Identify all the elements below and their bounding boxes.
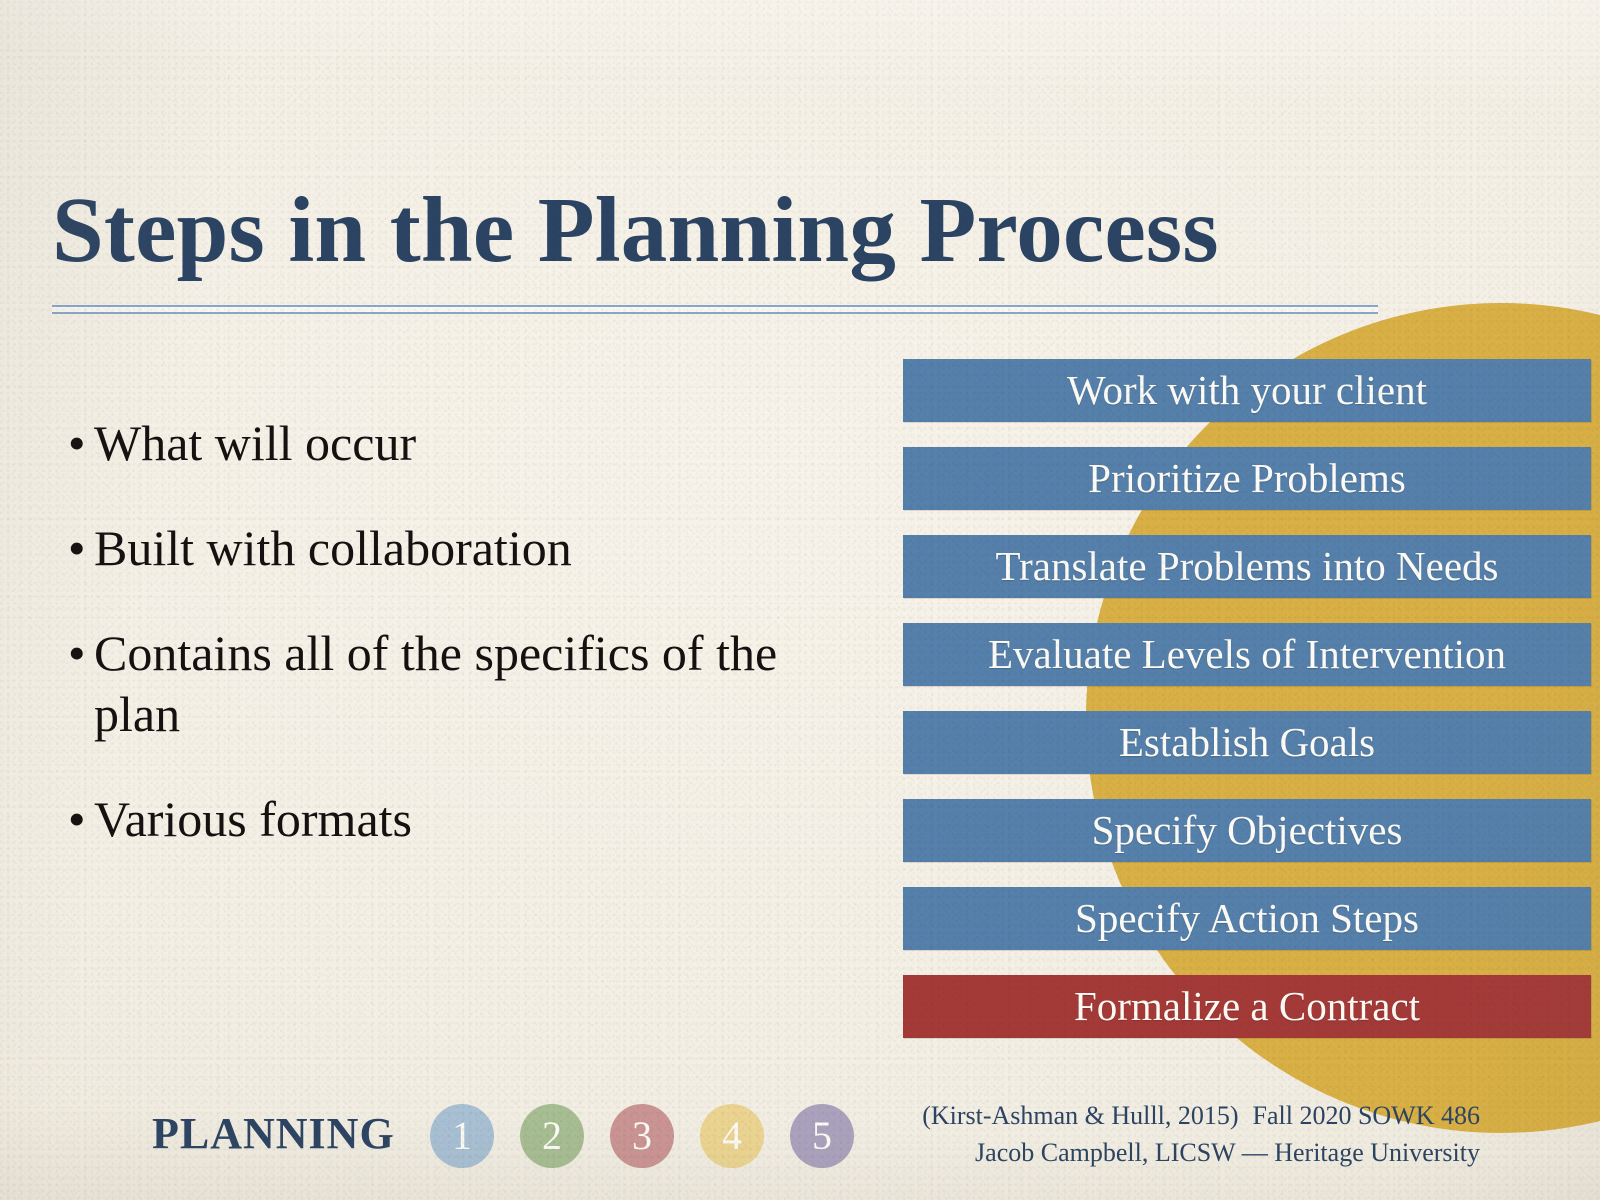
footer-attribution: (Kirst-Ashman & Hulll, 2015) Fall 2020 SO… [860,1098,1480,1172]
step-bar-label: Prioritize Problems [1088,455,1406,501]
list-item-label: Built with collaboration [94,520,572,576]
step-bar-label: Work with your client [1067,367,1427,413]
step-bar: Work with your client [903,359,1591,422]
title-divider [52,304,1378,316]
step-bar: Specify Action Steps [903,887,1591,950]
divider-rule-bottom [52,312,1378,314]
list-item-label: Various formats [94,791,412,847]
step-bar: Establish Goals [903,711,1591,774]
step-bar-highlighted: Formalize a Contract [903,975,1591,1038]
list-item: • What will occur [68,413,868,474]
planning-steps-diagram: Work with your client Prioritize Problem… [903,359,1591,1038]
page-title: Steps in the Planning Process [52,179,1219,283]
footer-dot-label: 5 [812,1113,832,1158]
step-bar-label: Specify Action Steps [1075,895,1419,941]
bullet-marker-icon: • [68,415,86,471]
list-item-label: What will occur [94,415,417,471]
step-bar: Prioritize Problems [903,447,1591,510]
footer-dot-label: 2 [542,1113,562,1158]
step-bar-label: Establish Goals [1118,719,1376,765]
footer-step-indicator: 1 2 3 4 5 [430,1104,854,1168]
footer-course: Fall 2020 SOWK 486 [1252,1101,1481,1130]
step-bar: Evaluate Levels of Intervention [903,623,1591,686]
step-bar: Translate Problems into Needs [903,535,1591,598]
footer-presenter: Jacob Campbell, LICSW — Heritage Univers… [975,1137,1480,1167]
step-bar: Specify Objectives [903,799,1591,862]
footer-dot-label: 1 [452,1113,472,1158]
footer-line-2: Jacob Campbell, LICSW — Heritage Univers… [860,1135,1480,1172]
footer-dot-label: 4 [722,1113,742,1158]
list-item: • Built with collaboration [68,518,868,579]
list-item: • Various formats [68,789,868,850]
footer-section-label: PLANNING [152,1109,395,1158]
list-item: • Contains all of the specifics of the p… [68,623,868,745]
footer-line-1: (Kirst-Ashman & Hulll, 2015) Fall 2020 SO… [860,1098,1480,1135]
bullet-marker-icon: • [68,520,86,576]
footer-dot-4[interactable]: 4 [700,1104,764,1168]
footer-citation: (Kirst-Ashman & Hulll, 2015) [922,1101,1239,1130]
footer-dot-1[interactable]: 1 [430,1104,494,1168]
list-item-label: Contains all of the specifics of the pla… [94,625,778,742]
slide-canvas: Steps in the Planning Process • What wil… [0,0,1600,1200]
footer-dot-5[interactable]: 5 [790,1104,854,1168]
bullet-marker-icon: • [68,791,86,847]
step-bar-label: Evaluate Levels of Intervention [988,631,1506,677]
footer-dot-3[interactable]: 3 [610,1104,674,1168]
footer-dot-2[interactable]: 2 [520,1104,584,1168]
step-bar-label: Formalize a Contract [1073,983,1421,1029]
step-bar-label: Translate Problems into Needs [995,543,1499,589]
bullet-marker-icon: • [68,625,86,681]
bullet-list: • What will occur • Built with collabora… [68,413,868,894]
footer-dot-label: 3 [632,1113,652,1158]
step-bar-label: Specify Objectives [1091,807,1403,853]
